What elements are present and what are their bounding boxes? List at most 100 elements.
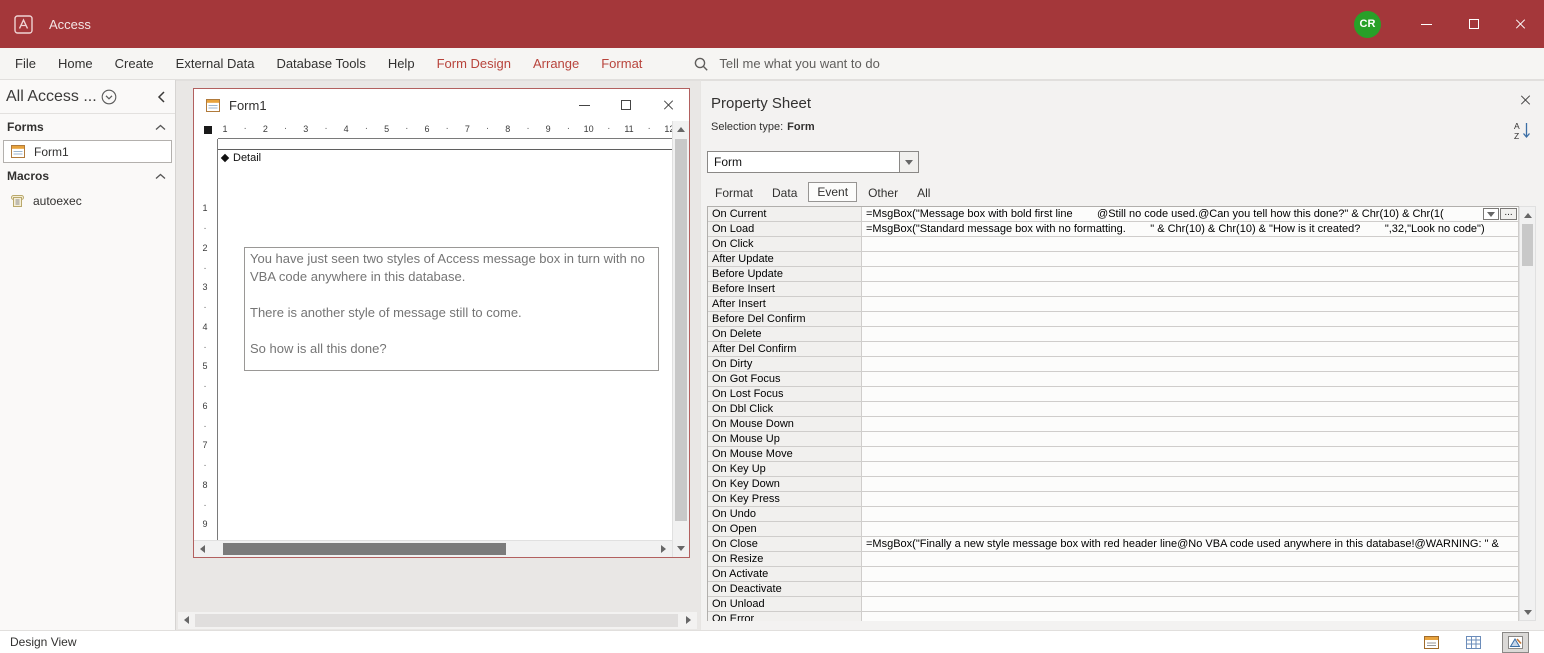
- mdi-scroll-thumb[interactable]: [195, 614, 678, 627]
- ribbon-tab-file[interactable]: File: [4, 48, 47, 79]
- property-value[interactable]: [862, 492, 1519, 507]
- property-value[interactable]: [862, 372, 1519, 387]
- property-value[interactable]: =MsgBox("Message box with bold first lin…: [862, 207, 1519, 222]
- property-label[interactable]: On Dirty: [708, 357, 862, 372]
- property-value[interactable]: [862, 327, 1519, 342]
- property-label[interactable]: On Click: [708, 237, 862, 252]
- user-avatar[interactable]: CR: [1354, 11, 1381, 38]
- property-label[interactable]: On Current: [708, 207, 862, 222]
- scroll-right-button[interactable]: [680, 612, 697, 628]
- property-tab-format[interactable]: Format: [707, 184, 761, 202]
- nav-group-header-macros[interactable]: Macros: [0, 163, 175, 189]
- property-sheet-close-button[interactable]: [1514, 89, 1536, 111]
- sort-icon[interactable]: AZ: [1514, 121, 1532, 146]
- property-value[interactable]: [862, 402, 1519, 417]
- ribbon-tab-database-tools[interactable]: Database Tools: [265, 48, 376, 79]
- scroll-up-button[interactable]: [673, 121, 689, 138]
- ribbon-tab-format[interactable]: Format: [590, 48, 653, 79]
- property-label[interactable]: On Mouse Down: [708, 417, 862, 432]
- property-label[interactable]: After Insert: [708, 297, 862, 312]
- property-value[interactable]: [862, 552, 1519, 567]
- property-value[interactable]: [862, 342, 1519, 357]
- property-label[interactable]: On Dbl Click: [708, 402, 862, 417]
- shutter-collapse-icon[interactable]: [156, 90, 166, 104]
- horizontal-scroll-thumb[interactable]: [223, 543, 506, 555]
- vertical-ruler[interactable]: 123456789········: [194, 139, 218, 540]
- mdi-horizontal-scrollbar[interactable]: [178, 612, 697, 629]
- ribbon-tab-create[interactable]: Create: [104, 48, 165, 79]
- property-value[interactable]: [862, 582, 1519, 597]
- vertical-scroll-thumb[interactable]: [675, 139, 687, 521]
- property-label[interactable]: On Got Focus: [708, 372, 862, 387]
- builder-button[interactable]: ...: [1500, 208, 1517, 220]
- property-scrollbar[interactable]: [1519, 206, 1536, 621]
- property-label[interactable]: On Unload: [708, 597, 862, 612]
- property-value[interactable]: [862, 282, 1519, 297]
- nav-group-header-forms[interactable]: Forms: [0, 114, 175, 140]
- property-value[interactable]: [862, 597, 1519, 612]
- property-label[interactable]: On Key Press: [708, 492, 862, 507]
- property-label[interactable]: On Open: [708, 522, 862, 537]
- scroll-down-button[interactable]: [673, 540, 689, 557]
- property-value[interactable]: [862, 522, 1519, 537]
- property-tab-data[interactable]: Data: [764, 184, 805, 202]
- property-label[interactable]: Before Update: [708, 267, 862, 282]
- property-label[interactable]: On Error: [708, 612, 862, 621]
- property-value[interactable]: [862, 237, 1519, 252]
- property-label[interactable]: On Mouse Up: [708, 432, 862, 447]
- nav-pane-header[interactable]: All Access ...: [0, 80, 175, 114]
- property-label[interactable]: On Lost Focus: [708, 387, 862, 402]
- property-value[interactable]: [862, 357, 1519, 372]
- close-button[interactable]: [1497, 0, 1544, 48]
- property-label[interactable]: On Key Down: [708, 477, 862, 492]
- scroll-left-button[interactable]: [178, 612, 195, 628]
- property-value[interactable]: [862, 387, 1519, 402]
- property-label[interactable]: On Load: [708, 222, 862, 237]
- property-label[interactable]: On Delete: [708, 327, 862, 342]
- scroll-down-button[interactable]: [1520, 604, 1535, 620]
- ribbon-tab-form-design[interactable]: Form Design: [426, 48, 522, 79]
- property-label[interactable]: On Deactivate: [708, 582, 862, 597]
- property-label[interactable]: On Undo: [708, 507, 862, 522]
- detail-section-header[interactable]: Detail: [218, 149, 672, 165]
- datasheet-view-button[interactable]: [1461, 633, 1486, 652]
- design-view-button[interactable]: [1503, 633, 1528, 652]
- selection-combobox[interactable]: Form: [707, 151, 919, 173]
- property-value[interactable]: [862, 477, 1519, 492]
- property-value[interactable]: =MsgBox("Finally a new style message box…: [862, 537, 1519, 552]
- property-tab-all[interactable]: All: [909, 184, 938, 202]
- ribbon-tab-help[interactable]: Help: [377, 48, 426, 79]
- form-close-button[interactable]: [647, 89, 689, 121]
- property-label[interactable]: On Activate: [708, 567, 862, 582]
- form-maximize-button[interactable]: [605, 89, 647, 121]
- sidebar-item-form1[interactable]: Form1: [3, 140, 172, 163]
- property-tab-other[interactable]: Other: [860, 184, 906, 202]
- property-value[interactable]: [862, 612, 1519, 621]
- form-label-control[interactable]: You have just seen two styles of Access …: [244, 247, 659, 371]
- property-label[interactable]: On Close: [708, 537, 862, 552]
- horizontal-ruler[interactable]: 123456789101112···········: [218, 121, 672, 139]
- form-view-button[interactable]: [1419, 633, 1444, 652]
- tell-me-search[interactable]: Tell me what you want to do: [693, 56, 879, 72]
- form-minimize-button[interactable]: [563, 89, 605, 121]
- property-label[interactable]: After Del Confirm: [708, 342, 862, 357]
- ribbon-tab-arrange[interactable]: Arrange: [522, 48, 590, 79]
- ribbon-tab-external-data[interactable]: External Data: [165, 48, 266, 79]
- scroll-left-button[interactable]: [194, 541, 211, 557]
- property-value[interactable]: [862, 462, 1519, 477]
- property-label[interactable]: On Resize: [708, 552, 862, 567]
- property-value[interactable]: [862, 507, 1519, 522]
- property-value[interactable]: [862, 312, 1519, 327]
- property-value[interactable]: [862, 267, 1519, 282]
- property-label[interactable]: On Mouse Move: [708, 447, 862, 462]
- scroll-up-button[interactable]: [1520, 207, 1535, 223]
- property-value[interactable]: [862, 432, 1519, 447]
- property-label[interactable]: Before Insert: [708, 282, 862, 297]
- form-vertical-scrollbar[interactable]: [672, 121, 689, 557]
- property-label[interactable]: On Key Up: [708, 462, 862, 477]
- property-value[interactable]: [862, 252, 1519, 267]
- property-value[interactable]: [862, 417, 1519, 432]
- ribbon-tab-home[interactable]: Home: [47, 48, 104, 79]
- property-label[interactable]: Before Del Confirm: [708, 312, 862, 327]
- property-value[interactable]: [862, 447, 1519, 462]
